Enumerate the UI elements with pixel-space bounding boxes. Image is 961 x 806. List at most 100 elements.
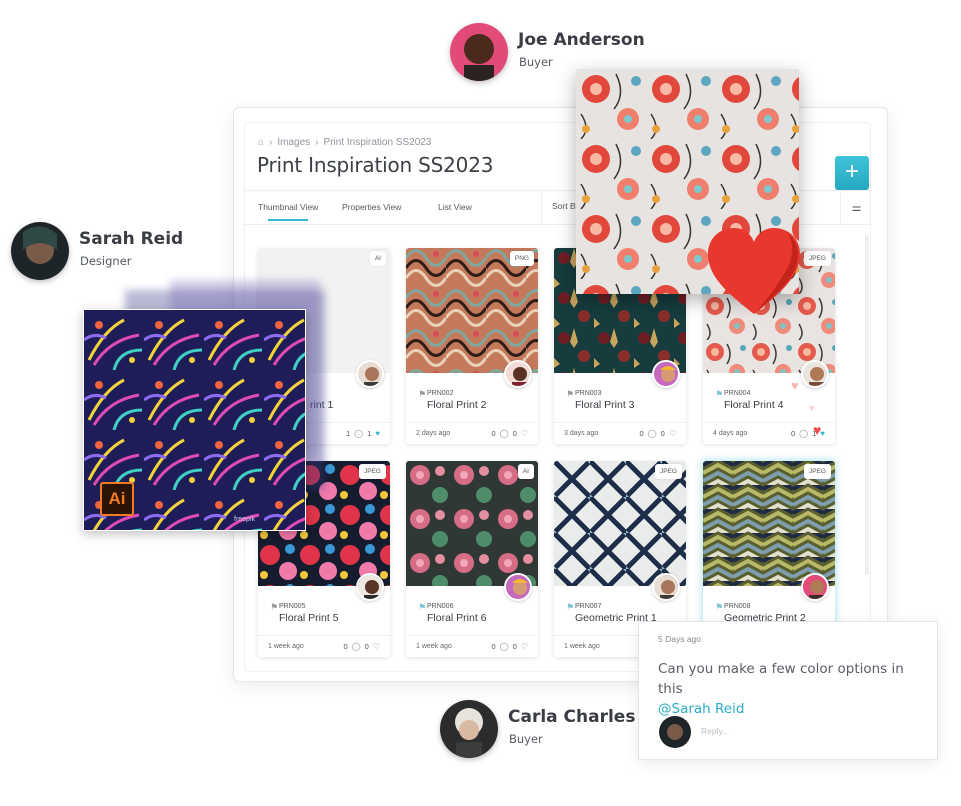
tile-footer: 1 week ago 0 ◯ 0 ♡: [406, 635, 538, 657]
comment-count: 0: [639, 429, 644, 438]
avatar-sarah: [11, 222, 69, 280]
avatar: [659, 716, 691, 748]
bookmark-icon[interactable]: ⚑: [418, 390, 426, 399]
dragged-print-card[interactable]: Ai freepik: [83, 309, 306, 531]
avatar: [504, 573, 532, 601]
tab-properties-view[interactable]: Properties View: [342, 202, 401, 212]
heart-icon: [706, 226, 802, 323]
bookmark-icon[interactable]: ⚑: [566, 603, 574, 612]
upload-date: 3 days ago: [564, 430, 599, 437]
file-type-badge: AI: [369, 251, 386, 266]
avatar: [356, 573, 384, 601]
comment-card: 5 Days ago Can you make a few color opti…: [638, 621, 938, 760]
print-thumbnail: [703, 461, 835, 586]
upload-date: 4 days ago: [713, 430, 748, 437]
print-name: Floral Print 5: [279, 612, 339, 624]
heart-icon[interactable]: ♥: [375, 429, 380, 438]
avatar: [504, 360, 532, 388]
filter-icon[interactable]: ⚌: [840, 191, 872, 225]
file-type-badge: JPEG: [655, 464, 682, 479]
comment-icon[interactable]: ◯: [354, 429, 363, 438]
print-code: PRN006: [427, 603, 454, 610]
breadcrumb-current[interactable]: Print Inspiration SS2023: [324, 137, 432, 148]
heart-icon[interactable]: ♡: [373, 642, 380, 651]
avatar-carla: [440, 700, 498, 758]
tile-footer: 1 week ago 0 ◯ 0 ♡: [258, 635, 390, 657]
upload-date: 1 week ago: [268, 643, 304, 650]
breadcrumb-images[interactable]: Images: [277, 137, 310, 148]
print-code: PRN008: [724, 603, 751, 610]
like-count: 0: [660, 429, 665, 438]
floating-heart-icon: ♥: [809, 403, 815, 413]
illustrator-icon: Ai: [100, 482, 134, 516]
comment-text: Can you make a few color options in this…: [658, 659, 928, 719]
comment-count: 0: [343, 642, 348, 651]
avatar: [652, 573, 680, 601]
bookmark-icon[interactable]: ⚑: [418, 603, 426, 612]
bookmark-icon[interactable]: ⚑: [715, 603, 723, 612]
upload-date: 2 days ago: [416, 430, 451, 437]
avatar-joe: [450, 23, 508, 81]
add-button[interactable]: +: [835, 156, 869, 190]
print-code: PRN003: [575, 390, 602, 397]
comment-count: 0: [491, 642, 496, 651]
comment-icon[interactable]: ◯: [648, 429, 657, 438]
print-thumbnail: [406, 248, 538, 373]
user-name-sarah: Sarah Reid: [79, 229, 184, 249]
floating-heart-icon: ♥: [791, 378, 799, 393]
tab-thumbnail-view[interactable]: Thumbnail View: [258, 202, 318, 221]
tile-counts: 0 ◯ 0 ♡: [640, 429, 676, 438]
tile-counts: 0 ◯ 0 ♡: [344, 642, 380, 651]
home-icon[interactable]: ⌂: [258, 137, 264, 148]
print-name: Floral Print 3: [575, 399, 635, 411]
tile-footer: 3 days ago 0 ◯ 0 ♡: [554, 422, 686, 444]
user-name-carla: Carla Charles: [508, 707, 636, 727]
tab-list-view[interactable]: List View: [438, 202, 472, 212]
like-count: 0: [512, 642, 517, 651]
scrollbar[interactable]: [865, 235, 869, 575]
file-type-badge: JPEG: [359, 464, 386, 479]
print-code: PRN007: [575, 603, 602, 610]
upload-date: 1 week ago: [416, 643, 452, 650]
print-name: Floral Print 6: [427, 612, 487, 624]
bookmark-icon[interactable]: ⚑: [270, 603, 278, 612]
watermark: freepik: [234, 516, 256, 523]
file-type-badge: PNG: [509, 251, 534, 266]
heart-icon[interactable]: ♡: [521, 429, 528, 438]
print-code: PRN002: [427, 390, 454, 397]
comment-body: Can you make a few color options in this: [658, 661, 904, 697]
heart-icon[interactable]: ♡: [669, 429, 676, 438]
tile-footer: 2 days ago 0 ◯ 0 ♡: [406, 422, 538, 444]
avatar: [356, 360, 384, 388]
tile-counts: 1 ◯ 1 ♥: [346, 429, 380, 438]
print-thumbnail: [554, 461, 686, 586]
file-type-badge: JPEG: [804, 251, 831, 266]
like-count: 0: [512, 429, 517, 438]
comment-icon[interactable]: ◯: [500, 642, 509, 651]
comment-count: 0: [491, 429, 496, 438]
user-role-joe: Buyer: [519, 55, 553, 69]
tile-counts: 0 ◯ 0 ♡: [492, 429, 528, 438]
print-name: Floral Print 2: [427, 399, 487, 411]
avatar: [801, 573, 829, 601]
breadcrumb: ⌂ › Images › Print Inspiration SS2023: [258, 137, 431, 148]
bookmark-icon[interactable]: ⚑: [566, 390, 574, 399]
reply-input[interactable]: Reply...: [701, 726, 729, 736]
bookmark-icon[interactable]: ⚑: [715, 390, 723, 399]
avatar: [652, 360, 680, 388]
like-count: 1: [367, 429, 372, 438]
user-role-carla: Buyer: [509, 732, 543, 746]
comment-icon[interactable]: ◯: [799, 429, 808, 438]
comment-icon[interactable]: ◯: [352, 642, 361, 651]
comment-icon[interactable]: ◯: [500, 429, 509, 438]
comment-count: 1: [345, 429, 351, 438]
file-type-badge: AI: [517, 464, 534, 479]
print-code: PRN004: [724, 390, 751, 397]
print-tile[interactable]: PNG ⚑ PRN002 Floral Print 2 2 days ago 0…: [406, 248, 538, 444]
print-code: PRN005: [279, 603, 306, 610]
file-type-badge: JPEG: [804, 464, 831, 479]
mention-link[interactable]: @Sarah Reid: [658, 701, 744, 717]
user-name-joe: Joe Anderson: [518, 30, 645, 50]
print-tile[interactable]: AI ⚑ PRN006 Floral Print 6 1 week ago 0 ◯…: [406, 461, 538, 657]
heart-icon[interactable]: ♡: [521, 642, 528, 651]
